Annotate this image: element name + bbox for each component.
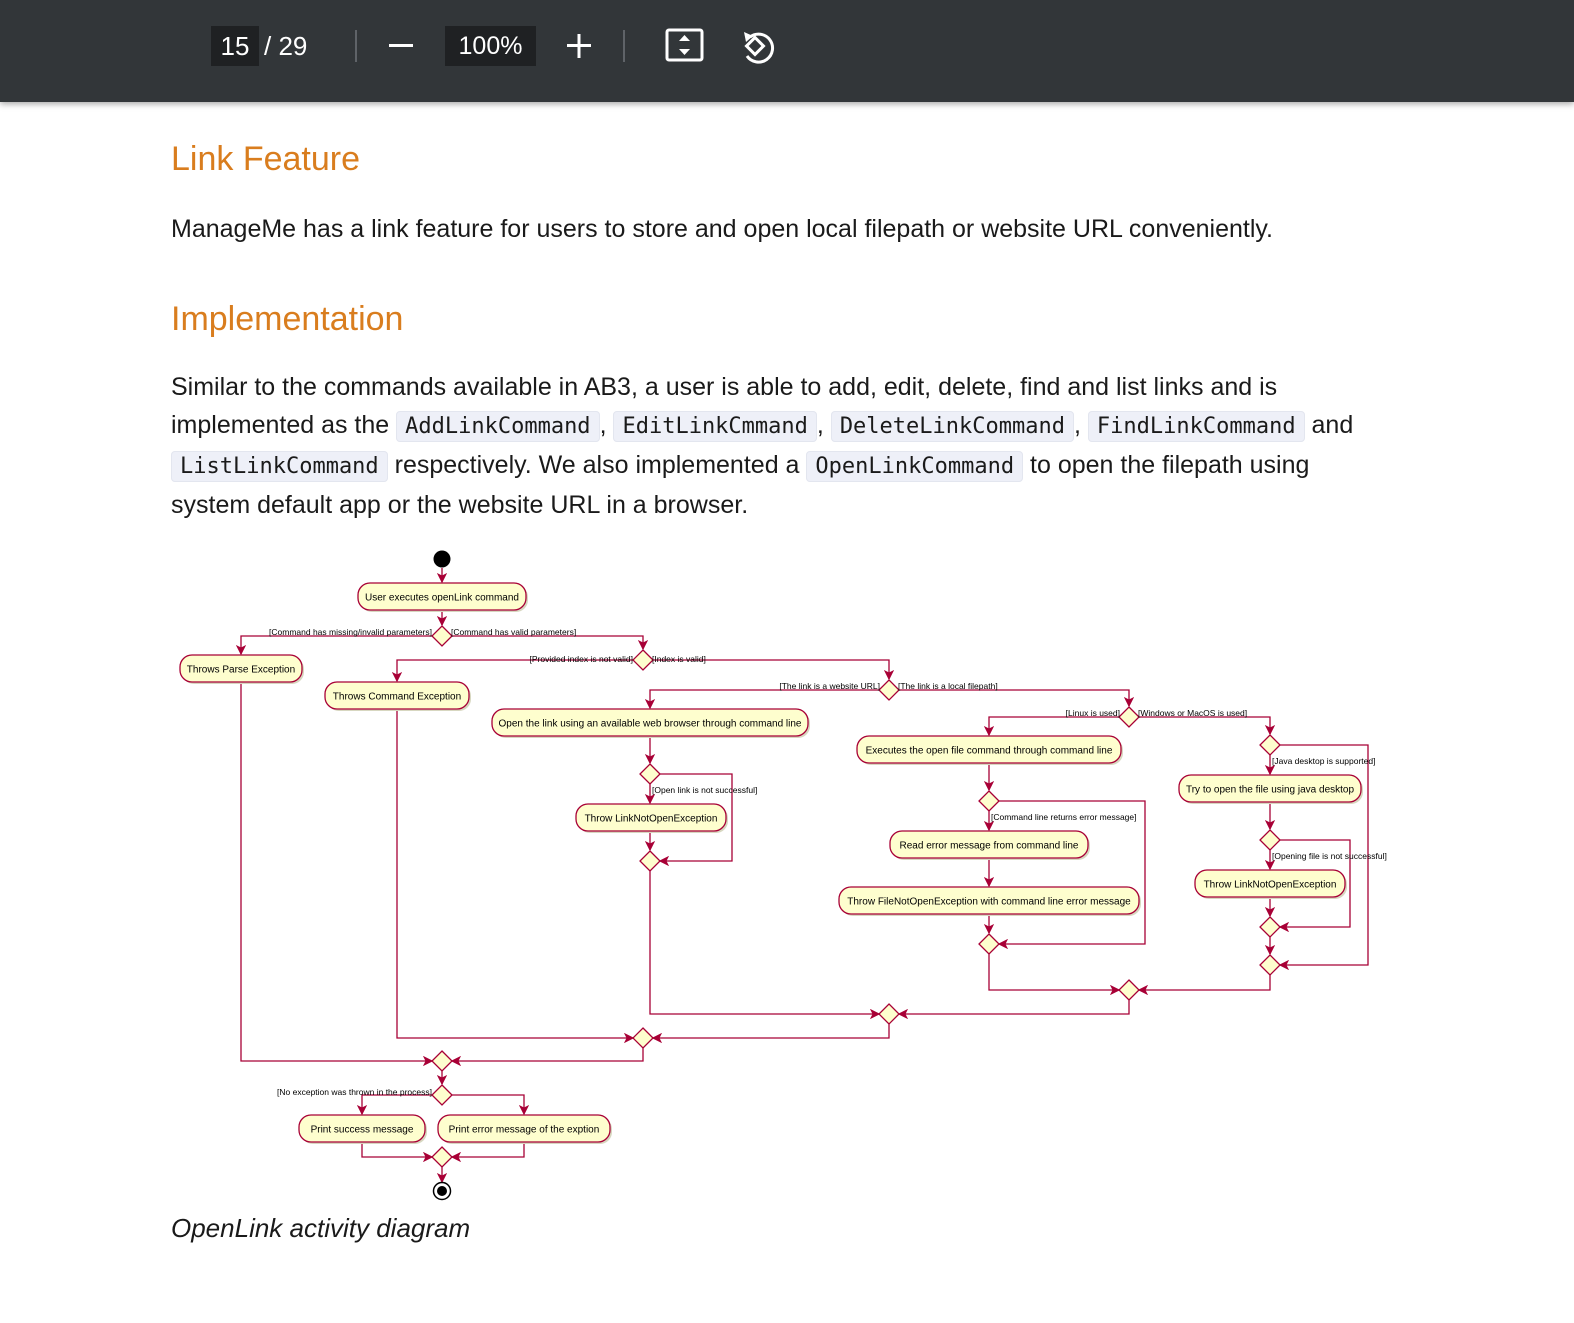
flow-edge <box>988 954 1121 996</box>
flow-edge <box>356 1094 432 1116</box>
decision-node <box>1118 979 1140 1001</box>
decision-node <box>978 790 1000 812</box>
start-node <box>433 550 451 568</box>
activity-node: Throw FileNotOpenException with command … <box>838 886 1141 916</box>
activity-node: Executes the open file command through c… <box>856 735 1123 765</box>
activity-node-label: Print error message of the exption <box>449 1125 600 1136</box>
decision-node <box>632 649 654 671</box>
activity-node: User executes openLink command <box>357 582 528 612</box>
activity-node: Try to open the file using java desktop <box>1178 774 1363 804</box>
decision-node <box>1259 954 1281 976</box>
flow-edge <box>1139 716 1276 736</box>
guard-label: [Opening file is not successful] <box>1272 851 1387 861</box>
flow-edge <box>361 1143 434 1163</box>
guard-label: [The link is a local filepath] <box>898 681 998 691</box>
end-node-core <box>437 1186 447 1196</box>
decision-node <box>431 1050 453 1072</box>
decision-node <box>878 679 900 701</box>
activity-node-label: Executes the open file command through c… <box>866 746 1113 757</box>
activity-node-label: Print success message <box>311 1125 414 1136</box>
openlink-activity-diagram: User executes openLink command Throws Par… <box>179 550 1387 1201</box>
guard-label: [Command has valid parameters] <box>451 627 576 637</box>
guard-label: [The link is a website URL] <box>779 681 880 691</box>
flow-edge <box>450 1143 525 1163</box>
flow-edge <box>997 800 1146 950</box>
activity-node: Print success message <box>298 1114 427 1144</box>
activity-node: Throw LinkNotOpenException <box>575 803 728 833</box>
guard-label: [Command has missing/invalid parameters] <box>269 627 432 637</box>
activity-node: Print error message of the exption <box>437 1114 612 1144</box>
guard-label: [Linux is used] <box>1066 708 1120 718</box>
guard-label: [Java desktop is supported] <box>1272 756 1375 766</box>
activity-node: Read error message from command line <box>889 830 1090 860</box>
flow-edge <box>452 635 649 651</box>
activity-node-label: Try to open the file using java desktop <box>1186 785 1355 796</box>
decision-node <box>632 1027 654 1049</box>
activity-node: Open the link using an available web bro… <box>491 708 810 738</box>
guard-label: [Command line returns error message] <box>991 812 1137 822</box>
flow-edge <box>983 716 1119 737</box>
decision-node <box>1259 829 1281 851</box>
activity-node-label: Read error message from command line <box>900 841 1079 852</box>
flow-edge <box>651 1024 890 1044</box>
decision-node <box>978 933 1000 955</box>
guard-label: [Open link is not successful] <box>652 785 757 795</box>
flow-edge <box>240 683 434 1067</box>
flow-edge <box>644 689 879 710</box>
activity-node: Throws Parse Exception <box>179 654 304 684</box>
flow-edge <box>899 689 1135 708</box>
guard-label: [No exception was thrown in the process] <box>277 1087 432 1097</box>
activity-node-label: Throw FileNotOpenException with command … <box>847 897 1131 908</box>
activity-node-label: Open the link using an available web bro… <box>499 719 802 730</box>
flow-edge <box>897 1000 1130 1020</box>
activity-node: Throw LinkNotOpenException <box>1194 869 1347 899</box>
flow-edge <box>450 1048 644 1067</box>
guard-label: [Index is valid] <box>652 654 706 664</box>
flow-edge <box>396 711 635 1044</box>
activity-node: Throws Command Exception <box>324 681 471 711</box>
decision-node <box>878 1003 900 1025</box>
activity-node-label: Throws Command Exception <box>333 692 461 703</box>
decision-node <box>431 1146 453 1168</box>
guard-label: [Windows or MacOS is used] <box>1138 708 1247 718</box>
decision-node <box>1259 734 1281 756</box>
activity-node-label: Throws Parse Exception <box>187 665 295 676</box>
flow-edge <box>235 635 432 656</box>
decision-node <box>1118 706 1140 728</box>
decision-node <box>639 763 661 785</box>
flow-edge <box>452 1094 530 1116</box>
activity-node-label: User executes openLink command <box>365 593 519 604</box>
activity-node-label: Throw LinkNotOpenException <box>1204 880 1337 891</box>
guard-label: [Provided index is not valid] <box>530 654 633 664</box>
decision-node <box>1259 916 1281 938</box>
decision-node <box>431 1084 453 1106</box>
decision-node <box>431 625 453 647</box>
activity-node-label: Throw LinkNotOpenException <box>585 814 718 825</box>
flow-edge <box>1137 975 1271 996</box>
decision-node <box>639 850 661 872</box>
